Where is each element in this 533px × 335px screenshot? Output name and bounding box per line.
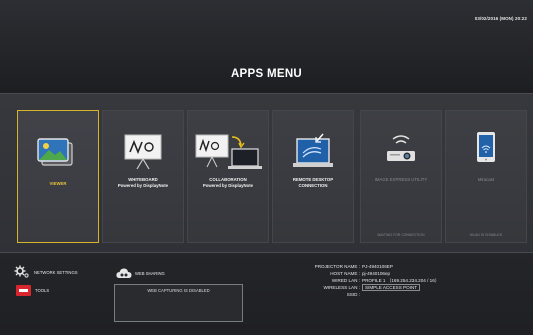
whiteboard-icon	[124, 134, 162, 170]
info-key: HOST NAME :	[330, 271, 360, 276]
info-value: SIMPLE ACCESS POINT	[362, 284, 421, 291]
info-row-wireless-lan: WIRELESS LAN : SIMPLE ACCESS POINT	[238, 284, 468, 292]
web-sharing-status: WEB CAPTURING IS DISABLED	[147, 288, 210, 293]
info-key: WIRELESS LAN :	[323, 285, 360, 290]
web-sharing-label: WEB SHARING	[135, 270, 165, 276]
tile-collaboration[interactable]: COLLABORATION Powered by DisplayNote	[187, 110, 269, 243]
page-title: APPS MENU	[230, 68, 303, 80]
info-value: PJ-4940106EP	[362, 264, 393, 269]
info-key: WIRED LAN :	[331, 278, 360, 283]
tile-remote-desktop[interactable]: REMOTE DESKTOP CONNECTION	[272, 110, 354, 243]
info-value: pj-4940106ep	[362, 271, 391, 276]
web-sharing-status-box: WEB CAPTURING IS DISABLED	[114, 284, 243, 322]
info-key: SSID :	[346, 292, 360, 297]
projector-info: PROJECTOR NAME : PJ-4940106EP HOST NAME …	[238, 264, 468, 299]
cloud-icon	[116, 268, 132, 278]
tile-label: VIEWER	[49, 181, 67, 186]
tile-label: IMAGE EXPRESS UTILITY	[374, 177, 428, 182]
viewer-icon	[37, 138, 73, 166]
tile-miracast[interactable]: Miracast WLAN IS DISABLED	[445, 110, 527, 243]
tile-label: COLLABORATION Powered by DisplayNote	[190, 177, 266, 189]
tile-whiteboard[interactable]: WHITEBOARD Powered by DisplayNote	[102, 110, 184, 243]
tile-image-express-utility[interactable]: IMAGE EXPRESS UTILITY WAITING FOR CONNEC…	[360, 110, 442, 243]
tile-label: WHITEBOARD Powered by DisplayNote	[105, 177, 181, 189]
datetime: 03/02/2016 (MON) 20:22	[474, 16, 527, 21]
info-row-wired-lan: WIRED LAN : PROFILE 1 （169.254.234.204 /…	[238, 278, 468, 285]
bottom-panel: NETWORK SETTINGS TOOLS WEB SHARING WEB C…	[0, 252, 533, 335]
image-express-icon	[387, 135, 415, 161]
info-row-ssid: SSID :	[238, 292, 468, 299]
network-settings-button[interactable]: NETWORK SETTINGS	[14, 265, 78, 279]
tile-status: WAITING FOR CONNECTION	[377, 233, 425, 237]
info-row-projector-name: PROJECTOR NAME : PJ-4940106EP	[238, 264, 468, 271]
network-settings-label: NETWORK SETTINGS	[34, 269, 78, 275]
header-bar: 03/02/2016 (MON) 20:22 APPS MENU	[0, 0, 533, 93]
miracast-icon	[477, 132, 495, 162]
tile-label: REMOTE DESKTOP CONNECTION	[275, 177, 351, 189]
tile-label: Miracast	[477, 177, 495, 182]
info-row-host-name: HOST NAME : pj-4940106ep	[238, 271, 468, 278]
apps-tiles-area: VIEWER WHITEBOARD Powered by DisplayNote	[0, 93, 533, 252]
tile-label-line2: CONNECTION	[298, 183, 328, 188]
tile-status: WLAN IS DISABLED	[469, 233, 503, 237]
remote-desktop-icon	[293, 133, 333, 167]
collaboration-icon	[195, 134, 262, 169]
info-key: PROJECTOR NAME :	[314, 264, 360, 269]
web-sharing-button[interactable]: WEB SHARING	[116, 267, 165, 279]
tools-button[interactable]: TOOLS	[16, 285, 49, 296]
tile-viewer[interactable]: VIEWER	[17, 110, 99, 243]
tile-label-line2: Powered by DisplayNote	[202, 183, 254, 188]
tools-label: TOOLS	[35, 288, 50, 293]
tools-icon	[16, 285, 31, 296]
gear-icon	[14, 265, 29, 278]
tile-label-line2: Powered by DisplayNote	[117, 183, 169, 188]
